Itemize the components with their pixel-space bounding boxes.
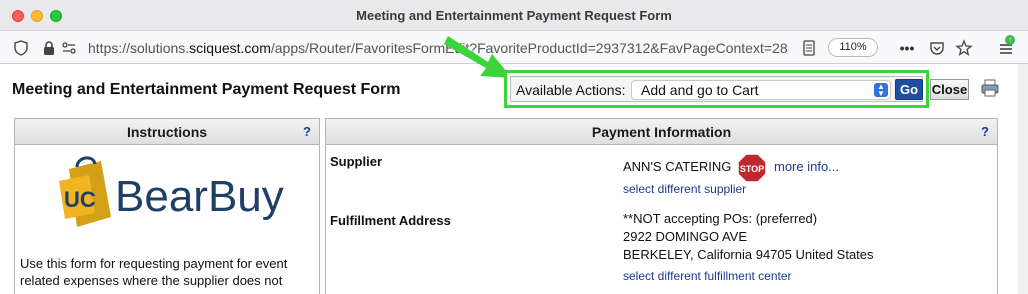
select-arrows-icon: ▲ ▼	[874, 83, 888, 98]
supplier-name: ANN'S CATERING	[623, 159, 732, 174]
lock-icon[interactable]	[40, 39, 58, 57]
window-titlebar: Meeting and Entertainment Payment Reques…	[0, 0, 1028, 31]
select-different-supplier-link[interactable]: select different supplier	[623, 182, 746, 196]
close-button[interactable]: Close	[930, 79, 969, 100]
reader-view-icon[interactable]	[800, 39, 818, 57]
page-title: Meeting and Entertainment Payment Reques…	[12, 81, 401, 98]
bookmark-star-icon[interactable]	[955, 39, 973, 57]
instructions-text: Use this form for requesting payment for…	[20, 256, 288, 288]
payment-information-header: Payment Information ?	[326, 119, 997, 145]
printer-icon[interactable]	[980, 78, 1000, 98]
available-actions-bar: Available Actions: Add and go to Cart ▲ ▼…	[510, 76, 923, 102]
shield-icon[interactable]	[12, 39, 30, 57]
address-line-1: **NOT accepting POs: (preferred)	[623, 211, 818, 226]
bearbuy-logo: UC BearBuy	[59, 156, 284, 227]
address-line-3: BERKELEY, California 94705 United States	[623, 247, 874, 262]
window-title: Meeting and Entertainment Payment Reques…	[356, 8, 672, 23]
supplier-label: Supplier	[330, 154, 383, 169]
more-actions-icon[interactable]: •••	[898, 39, 916, 57]
actions-selected-value: Add and go to Cart	[641, 82, 759, 98]
instructions-panel: Instructions ? UC BearBuy Use this form …	[14, 118, 320, 294]
url-path: /apps/Router/FavoritesFormEdit?FavoriteP…	[270, 40, 788, 56]
available-actions-select[interactable]: Add and go to Cart ▲ ▼	[631, 80, 891, 100]
instructions-help-link[interactable]: ?	[303, 119, 311, 145]
url-prefix: https://solutions.	[88, 40, 190, 56]
go-button[interactable]: Go	[895, 79, 923, 100]
available-actions-highlight: Available Actions: Add and go to Cart ▲ ▼…	[504, 70, 929, 108]
app-menu-icon[interactable]: ↑	[997, 35, 1015, 57]
update-arrow-icon: ↑	[1005, 35, 1015, 45]
select-different-fulfillment-link[interactable]: select different fulfillment center	[623, 269, 792, 283]
zoom-level[interactable]: 110%	[828, 38, 878, 57]
stop-sign-text: STOP	[740, 164, 764, 174]
permissions-icon[interactable]	[60, 39, 78, 57]
logo-wordmark: BearBuy	[115, 172, 284, 221]
stop-sign-icon: STOP	[737, 153, 767, 183]
instructions-title: Instructions	[126, 124, 208, 140]
page-scrollbar[interactable]	[1018, 64, 1028, 294]
payment-information-title: Payment Information	[591, 124, 732, 140]
payment-information-panel: Payment Information ? Supplier ANN'S CAT…	[325, 118, 998, 294]
address-line-2: 2922 DOMINGO AVE	[623, 229, 748, 244]
fulfillment-address-label: Fulfillment Address	[330, 213, 451, 228]
available-actions-label: Available Actions:	[516, 82, 626, 98]
pocket-icon[interactable]	[928, 39, 946, 57]
instructions-header: Instructions ?	[15, 119, 319, 145]
more-info-link[interactable]: more info...	[774, 159, 839, 174]
payment-help-link[interactable]: ?	[981, 119, 989, 145]
url-host: sciquest.com	[189, 40, 271, 56]
logo-badge-text: UC	[64, 187, 96, 212]
